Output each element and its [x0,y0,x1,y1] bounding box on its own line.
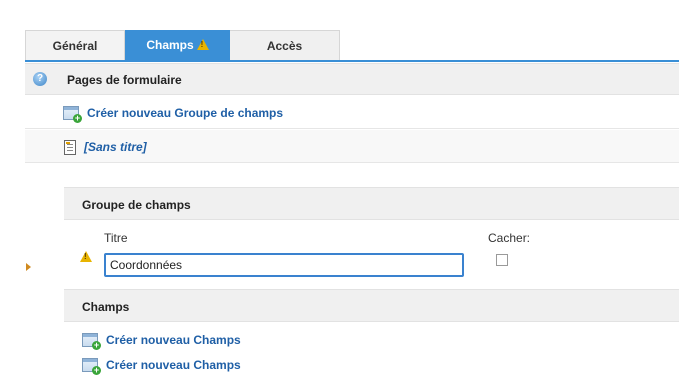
group-header: Groupe de champs [64,187,679,220]
untitled-page-link[interactable]: [Sans titre] [84,140,147,154]
create-field-link[interactable]: Créer nouveau Champs [106,358,241,372]
title-input[interactable] [104,253,464,277]
create-group-row: + Créer nouveau Groupe de champs [25,96,679,129]
warning-icon [80,251,92,262]
new-group-icon[interactable]: + [63,106,82,123]
section-title: Pages de formulaire [67,73,182,87]
question-icon[interactable]: ? [33,72,47,86]
new-field-icon[interactable]: + [82,358,101,375]
row-marker-icon [26,263,31,271]
fields-header: Champs [64,289,679,322]
hide-checkbox[interactable] [496,254,508,266]
hide-label: Cacher: [488,231,531,245]
group-header-title: Groupe de champs [82,198,191,212]
tab-champs[interactable]: Champs [125,30,230,60]
untitled-page-row: [Sans titre] [25,130,679,163]
warning-icon [196,39,209,50]
section-header: ? Pages de formulaire [25,63,679,95]
tab-champs-label: Champs [146,38,194,52]
tab-general[interactable]: Général [25,30,125,60]
page-icon [64,140,76,155]
new-field-icon[interactable]: + [82,333,101,350]
fields-header-title: Champs [82,300,130,314]
title-label: Titre [104,231,128,245]
create-field-link[interactable]: Créer nouveau Champs [106,333,241,347]
tab-acces[interactable]: Accès [230,30,340,60]
create-group-link[interactable]: Créer nouveau Groupe de champs [87,106,283,120]
tab-bar: Général Champs Accès [25,30,679,62]
